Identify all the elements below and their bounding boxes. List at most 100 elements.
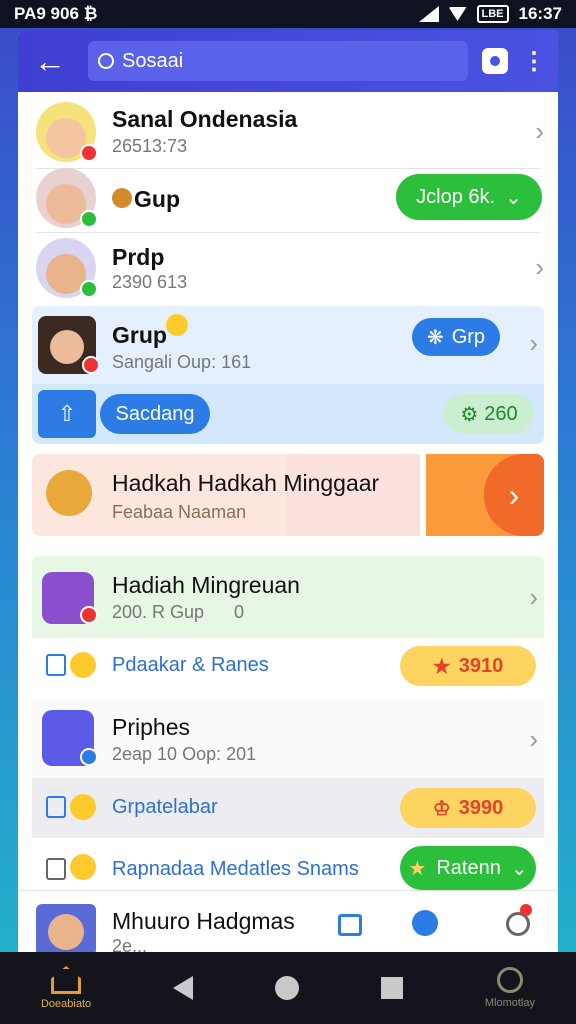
phone-icon [42, 710, 98, 766]
nav-home-label: Doeabiato [40, 998, 92, 1010]
join-button[interactable]: Jclop 6k. ⌄ [396, 174, 542, 220]
app-bar: ← Sosaai ⋮ [18, 30, 558, 92]
group-button-label: Grp [451, 325, 486, 348]
reward-badge: ♔ 3990 [400, 788, 536, 828]
join-button-label: Jclop 6k. [416, 185, 496, 208]
back-triangle-icon[interactable] [173, 976, 194, 1000]
divider [18, 890, 558, 891]
star-icon: ★ [408, 857, 427, 880]
row-subtitle: Sangali Oup: 161 [112, 352, 252, 372]
wifi-icon [448, 7, 467, 21]
avatar [38, 316, 100, 374]
status-icons: LBE 16:37 [418, 4, 562, 24]
row-title: Rapnadaa Medatles Snams [112, 858, 359, 880]
row-title: Gup [134, 186, 180, 212]
divider [36, 232, 540, 233]
app-window: ← Sosaai ⋮ Sanal Ondenasia 26513:73 › Gu… [18, 30, 558, 956]
list-item[interactable]: Priphes 2eap 10 Oop: 201 › [32, 700, 544, 778]
row-subtitle: 2eap 10 Oop: 201 [112, 744, 257, 764]
row-title: Grup [112, 322, 167, 348]
promo-arrow-icon[interactable]: › [484, 454, 544, 536]
row-count: 0 [234, 602, 245, 622]
more-vert-icon[interactable]: ⋮ [522, 47, 546, 76]
chevron-right-icon: › [535, 252, 544, 282]
section-button-label: Sacdang [115, 402, 195, 425]
nav-more[interactable]: Mlomotlay [485, 967, 535, 1009]
chevron-down-icon: ⌄ [510, 857, 528, 880]
search-gear-icon [496, 967, 523, 993]
chevron-down-icon: ⌄ [505, 186, 522, 209]
system-nav-bar: Doeabiato Mlomotlay [0, 952, 576, 1024]
chevron-right-icon: › [529, 582, 538, 612]
list-item[interactable]: Prdp 2390 613 › [18, 234, 558, 304]
emoji-icon [166, 314, 188, 336]
sign-icon [46, 858, 66, 880]
star-icon: ★ [432, 655, 451, 678]
list-item[interactable]: Sanal Ondenasia 26513:73 › [18, 94, 558, 170]
bottom-tab-row: Mhuuro Hadgmas 2e... [18, 892, 558, 956]
home-icon [51, 966, 82, 994]
list-item[interactable]: Hadiah Mingreuan 200. R Gup 0 › [32, 556, 544, 638]
list-item[interactable]: Grpatelabar ♔ 3990 [32, 778, 544, 838]
status-bar: PA9 906 ₿ LBE 16:37 [0, 0, 576, 28]
avatar [36, 102, 98, 162]
row-title: Grpatelabar [112, 796, 218, 818]
emoji-icon [70, 652, 96, 678]
row-subtitle: 2390 613 [112, 272, 188, 292]
sparkle-icon: ❋ [426, 326, 444, 349]
status-badge [80, 210, 98, 228]
shop-icon[interactable] [338, 914, 362, 936]
list-icon [46, 796, 66, 818]
avatar [36, 168, 98, 228]
promo-title: Hadkah Hadkah Minggaar [112, 470, 380, 496]
promo-banner[interactable]: › Hadkah Hadkah Minggaar Feabaa Naaman [32, 454, 544, 536]
group-button[interactable]: ❋ Grp [412, 318, 500, 356]
row-subtitle: 200. R Gup [112, 602, 205, 622]
row-subtitle: 26513:73 [112, 136, 188, 156]
reward-badge-value: 3910 [458, 654, 504, 677]
notification-badge [520, 904, 532, 916]
chevron-right-icon: › [535, 116, 544, 146]
promo-subtitle: Feabaa Naaman [112, 502, 247, 522]
nav-more-label: Mlomotlay [484, 997, 535, 1009]
search-icon [98, 53, 114, 69]
row-title: Pdaakar & Ranes [112, 654, 269, 676]
row-title: Sanal Ondenasia [112, 106, 298, 132]
reward-badge-value: 3990 [458, 796, 504, 819]
coin-icon [46, 470, 92, 516]
home-share-icon[interactable]: ⇧ [38, 390, 96, 438]
list-icon [46, 654, 66, 676]
square-action-icon[interactable] [482, 48, 508, 74]
row-title: Priphes [112, 714, 190, 740]
recents-square-icon[interactable] [380, 977, 403, 999]
status-badge [82, 356, 100, 374]
row-title: Hadiah Mingreuan [112, 572, 300, 598]
nav-home[interactable]: Doeabiato [41, 966, 91, 1010]
reward-badge: ★ 3910 [400, 646, 536, 686]
row-title: Prdp [112, 244, 165, 270]
coin-badge-value: 260 [484, 402, 518, 425]
gear-icon: ⚙ [460, 403, 479, 426]
search-text: Sosaai [122, 49, 184, 72]
status-left-text: PA9 906 ₿ [14, 4, 98, 23]
status-badge [80, 144, 98, 162]
status-badge [80, 280, 98, 298]
chevron-right-icon: › [529, 724, 538, 754]
list-item[interactable]: Pdaakar & Ranes ★ 3910 [32, 638, 544, 694]
reward-button-label: Ratenn [436, 856, 501, 879]
home-circle-icon[interactable] [275, 976, 299, 1000]
divider [36, 168, 540, 169]
gift-icon[interactable] [412, 910, 438, 936]
coin-icon [112, 188, 132, 208]
avatar [36, 904, 96, 956]
emoji-icon [70, 794, 96, 820]
search-field[interactable]: Sosaai [88, 41, 468, 81]
section-button[interactable]: Sacdang [100, 394, 210, 434]
status-badge [80, 606, 98, 624]
list-item[interactable]: Gup Jclop 6k. ⌄ [18, 168, 558, 232]
back-arrow-icon[interactable]: ← [34, 45, 74, 77]
signal-icon [418, 6, 439, 22]
status-badge [80, 748, 98, 766]
reward-button[interactable]: ★ Ratenn ⌄ [400, 846, 536, 890]
list-item-highlighted[interactable]: Grup Sangali Oup: 161 ❋ Grp › [32, 306, 544, 384]
